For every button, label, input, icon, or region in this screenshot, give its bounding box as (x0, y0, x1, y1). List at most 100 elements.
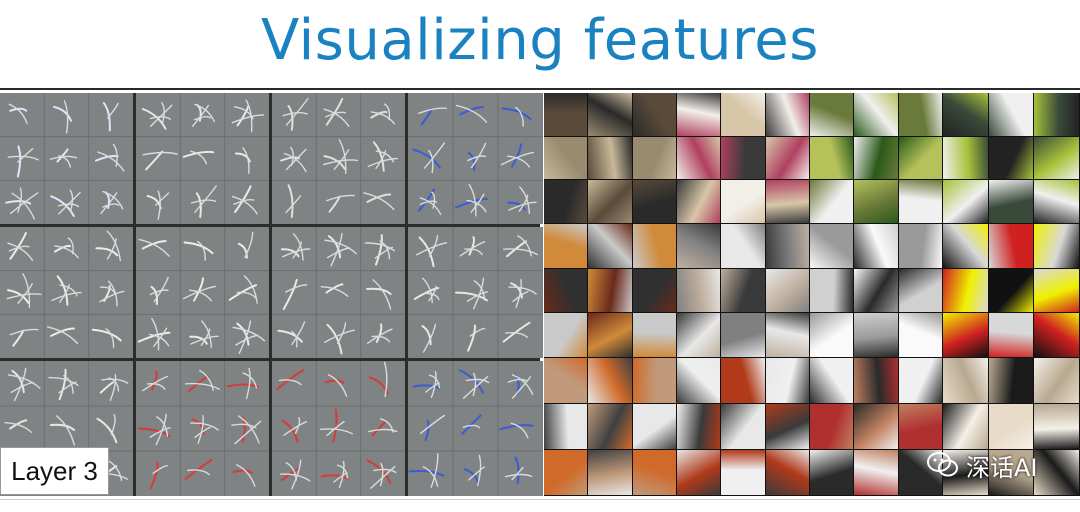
image-patch (677, 313, 721, 357)
image-patch (721, 93, 765, 136)
image-patch (677, 224, 721, 268)
image-patch (898, 358, 942, 403)
feature-block (136, 361, 269, 496)
image-patch (721, 180, 765, 223)
wechat-icon (927, 452, 958, 477)
feature-block (272, 361, 405, 496)
image-patch (810, 268, 854, 313)
image-patch (721, 313, 765, 357)
image-patch (898, 136, 942, 180)
image-patch (765, 136, 809, 180)
image-patch (677, 180, 721, 223)
image-patch (765, 180, 809, 223)
image-patch (544, 313, 588, 357)
image-patch (677, 450, 721, 495)
image-patch (765, 313, 809, 357)
image-patch-grid (544, 93, 1080, 496)
image-patch (765, 450, 809, 495)
image-patch (943, 268, 988, 313)
image-patch (632, 313, 676, 357)
image-patch (810, 358, 854, 403)
image-patch (810, 404, 854, 449)
watermark: 深话AI (926, 448, 1038, 482)
image-patch (721, 136, 765, 180)
image-patch (632, 404, 676, 449)
watermark-text: 深话AI (966, 453, 1038, 482)
image-patch (943, 358, 988, 403)
image-patch (765, 268, 809, 313)
image-patch (632, 93, 676, 136)
feature-block (136, 227, 269, 358)
layer-label: Layer 3 (0, 447, 109, 495)
image-patch (943, 136, 988, 180)
image-patch (1034, 93, 1079, 136)
image-patch (544, 180, 588, 223)
image-patch (588, 180, 632, 223)
image-patch (677, 136, 721, 180)
image-patch (632, 358, 676, 403)
image-patch (988, 358, 1034, 403)
image-patch (898, 404, 942, 449)
image-patch (632, 268, 676, 313)
image-patch (854, 450, 898, 495)
image-patch (988, 224, 1034, 268)
image-patch (588, 93, 632, 136)
image-patch (765, 93, 809, 136)
image-patch (677, 404, 721, 449)
image-patch (854, 93, 898, 136)
image-patch (1034, 450, 1079, 495)
image-patch (988, 313, 1034, 357)
image-patch (854, 358, 898, 403)
feature-visualization-grid (0, 93, 543, 496)
image-patch (588, 450, 632, 495)
image-patch (898, 313, 942, 357)
image-patch (544, 136, 588, 180)
image-patch (1034, 268, 1079, 313)
image-patch (721, 268, 765, 313)
image-patch (810, 224, 854, 268)
image-patch (588, 313, 632, 357)
image-patch (943, 404, 988, 449)
image-patch (588, 136, 632, 180)
image-patch (588, 268, 632, 313)
image-patch (943, 180, 988, 223)
image-patch (854, 136, 898, 180)
image-patch (1034, 358, 1079, 403)
image-patch (765, 358, 809, 403)
feature-block (0, 227, 133, 358)
image-patch (544, 404, 588, 449)
image-patch (943, 313, 988, 357)
image-patch (721, 358, 765, 403)
image-patch (810, 450, 854, 495)
image-patch (810, 136, 854, 180)
feature-block (0, 93, 133, 224)
image-patch (632, 136, 676, 180)
image-patch (898, 224, 942, 268)
image-patch (898, 180, 942, 223)
feature-block (408, 227, 543, 358)
image-patch (988, 404, 1034, 449)
image-patch (544, 268, 588, 313)
image-patch (544, 358, 588, 403)
image-patch (988, 268, 1034, 313)
image-patch (988, 136, 1034, 180)
image-patch (544, 224, 588, 268)
feature-block (408, 93, 543, 224)
image-patch (588, 224, 632, 268)
title-divider (0, 88, 1080, 90)
image-patch (854, 313, 898, 357)
image-patch (544, 450, 588, 495)
image-patch (854, 224, 898, 268)
image-patch (765, 224, 809, 268)
image-patch (943, 93, 988, 136)
image-patch (898, 268, 942, 313)
image-patch (854, 404, 898, 449)
image-patch (677, 268, 721, 313)
image-patch (898, 93, 942, 136)
image-patch (1034, 224, 1079, 268)
image-patch (588, 404, 632, 449)
image-patch (721, 450, 765, 495)
image-patch (765, 404, 809, 449)
image-patch (677, 358, 721, 403)
feature-block (272, 227, 405, 358)
